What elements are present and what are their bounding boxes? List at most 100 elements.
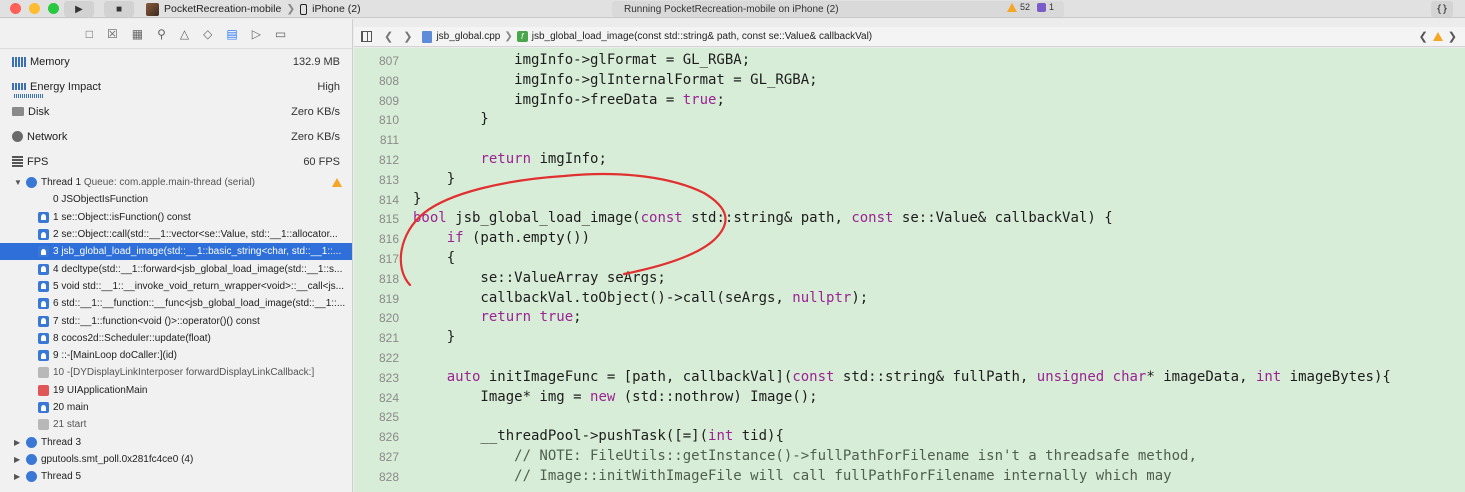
line-number: 825 — [378, 410, 399, 425]
related-items-icon[interactable] — [361, 31, 372, 42]
stop-button[interactable]: ■ — [104, 1, 134, 17]
disclosure-open-icon[interactable]: ▼ — [14, 178, 22, 187]
stack-frame-label: 5 void std::__1::__invoke_void_return_wr… — [53, 280, 345, 292]
test-icon[interactable]: ◇ — [203, 27, 212, 41]
code-line[interactable]: Image* img = new (std::nothrow) Image(); — [413, 389, 817, 405]
run-button[interactable]: ▶ — [64, 1, 94, 17]
code-line[interactable]: { — [413, 250, 455, 266]
issue-badges[interactable]: 52 1 — [1006, 2, 1054, 12]
warning-icon — [1006, 2, 1017, 12]
activity-status-bar: Running PocketRecreation-mobile on iPhon… — [612, 1, 1064, 17]
issue-navigation[interactable]: ❮ ❯ — [1419, 30, 1457, 43]
stack-frame[interactable]: 6 std::__1::__function::__func<jsb_globa… — [0, 295, 352, 312]
code-line[interactable]: callbackVal.toObject()->call(seArgs, nul… — [413, 290, 868, 306]
stack-frame[interactable]: 0 JSObjectIsFunction — [0, 191, 352, 208]
stack-frame[interactable]: 19 UIApplicationMain — [0, 382, 352, 399]
thread-row[interactable]: ▶ Thread 3 — [0, 433, 352, 450]
code-line[interactable]: se::ValueArray seArgs; — [413, 270, 665, 286]
line-number: 824 — [378, 390, 399, 405]
code-line[interactable]: __threadPool->pushTask([=](int tid){ — [413, 428, 783, 444]
stack-frame-label: 9 ::-[MainLoop doCaller:](id) — [53, 350, 177, 362]
frame-icon — [38, 194, 49, 205]
warning-icon — [1432, 32, 1443, 41]
issue-icon[interactable]: △ — [180, 27, 189, 41]
chevron-right-icon: ❯ — [504, 31, 513, 42]
stack-frame-label: 20 main — [53, 402, 89, 413]
back-arrow-icon[interactable]: ❮ — [384, 30, 393, 43]
folder-icon[interactable]: □ — [86, 27, 93, 41]
thread-name: Thread 1 — [41, 177, 82, 189]
iphone-icon — [300, 3, 308, 15]
code-line[interactable]: } — [413, 171, 455, 187]
code-line[interactable]: imgInfo->glInternalFormat = GL_RGBA; — [413, 72, 817, 88]
stack-frame[interactable]: 5 void std::__1::__invoke_void_return_wr… — [0, 278, 352, 295]
warning-count: 52 — [1019, 2, 1030, 12]
code-line[interactable]: imgInfo->glFormat = GL_RGBA; — [413, 52, 750, 68]
stack-frame[interactable]: 8 cocos2d::Scheduler::update(float) — [0, 330, 352, 347]
line-number: 818 — [378, 271, 399, 286]
fps-gauge[interactable]: FPS 60 FPS — [0, 149, 352, 174]
thread-icon — [26, 453, 37, 465]
chevron-left-icon[interactable]: ❮ — [1419, 30, 1428, 43]
code-line[interactable]: // NOTE: FileUtils::getInstance()->fullP… — [413, 448, 1197, 464]
line-number: 816 — [378, 232, 399, 247]
breadcrumb-file[interactable]: jsb_global.cpp — [436, 31, 500, 42]
stack-frame-selected[interactable]: 3 jsb_global_load_image(std::__1::basic_… — [0, 243, 352, 261]
stack-frame-label: 8 cocos2d::Scheduler::update(float) — [53, 332, 211, 344]
breadcrumb-function[interactable]: jsb_global_load_image(const std::string&… — [532, 31, 872, 42]
memory-gauge[interactable]: Memory 132.9 MB — [0, 49, 352, 74]
user-frame-icon — [38, 298, 49, 310]
network-gauge[interactable]: Network Zero KB/s — [0, 124, 352, 149]
code-line[interactable]: // Image::initWithImageFile will call fu… — [413, 468, 1171, 484]
disclosure-closed-icon[interactable]: ▶ — [14, 472, 22, 481]
code-line[interactable]: } — [413, 111, 488, 127]
zoom-window-button[interactable] — [48, 3, 59, 14]
code-line[interactable]: bool jsb_global_load_image(const std::st… — [413, 210, 1113, 226]
stack-frame[interactable]: 4 decltype(std::__1::forward<jsb_global_… — [0, 260, 352, 277]
thread-icon — [26, 471, 37, 483]
report-icon[interactable]: ▭ — [275, 27, 286, 41]
thread-1-row[interactable]: ▼ Thread 1 Queue: com.apple.main-thread … — [0, 174, 352, 191]
fps-icon — [12, 156, 23, 167]
line-number: 810 — [378, 113, 399, 128]
forward-arrow-icon[interactable]: ❯ — [403, 30, 412, 43]
chevron-right-icon[interactable]: ❯ — [1448, 30, 1457, 43]
code-line[interactable]: auto initImageFunc = [path, callbackVal]… — [413, 369, 1391, 385]
source-editor[interactable]: 807 imgInfo->glFormat = GL_RGBA; 808 imgI… — [354, 48, 1465, 492]
stack-frame[interactable]: 7 std::__1::function<void ()>::operator(… — [0, 312, 352, 329]
stack-frame[interactable]: 9 ::-[MainLoop doCaller:](id) — [0, 347, 352, 364]
code-line[interactable]: return imgInfo; — [413, 151, 606, 167]
code-line[interactable]: } — [413, 191, 421, 207]
stack-frame[interactable]: 20 main — [0, 399, 352, 416]
stack-frame[interactable]: 10 -[DYDisplayLinkInterposer forwardDisp… — [0, 364, 352, 381]
thread-row[interactable]: ▶ gputools.smt_poll.0x281fc4ce0 (4) — [0, 451, 352, 468]
disclosure-closed-icon[interactable]: ▶ — [14, 455, 22, 464]
search-icon[interactable]: ⚲ — [157, 27, 166, 41]
gauge-value: 132.9 MB — [292, 55, 340, 68]
stack-frame[interactable]: 1 se::Object::isFunction() const — [0, 209, 352, 226]
line-number: 820 — [378, 311, 399, 326]
thread-row[interactable]: ▶ Thread 5 — [0, 468, 352, 485]
energy-gauge[interactable]: Energy Impact High — [0, 74, 352, 99]
breakpoint-icon[interactable]: ▷ — [252, 27, 261, 41]
code-line[interactable]: } — [413, 329, 455, 345]
disclosure-closed-icon[interactable]: ▶ — [14, 438, 22, 447]
symbol-icon[interactable]: ▦ — [132, 27, 143, 41]
line-number: 813 — [378, 172, 399, 187]
scheme-selector[interactable]: PocketRecreation-mobile ❯ iPhone (2) — [146, 2, 361, 16]
source-control-icon[interactable]: ☒ — [107, 27, 118, 41]
gauge-value: Zero KB/s — [291, 130, 340, 143]
debug-navigator-icon[interactable]: ▤ — [226, 27, 237, 41]
code-line[interactable]: imgInfo->freeData = true; — [413, 92, 725, 108]
user-frame-icon — [38, 246, 49, 258]
code-line[interactable]: if (path.empty()) — [413, 230, 590, 246]
code-review-button[interactable]: {} — [1431, 1, 1453, 17]
close-window-button[interactable] — [10, 3, 21, 14]
minimize-window-button[interactable] — [29, 3, 40, 14]
code-line[interactable]: return true; — [413, 309, 581, 325]
line-number: 809 — [378, 93, 399, 108]
scheme-app-name: PocketRecreation-mobile — [164, 3, 282, 15]
disk-gauge[interactable]: Disk Zero KB/s — [0, 99, 352, 124]
stack-frame[interactable]: 2 se::Object::call(std::__1::vector<se::… — [0, 226, 352, 243]
stack-frame[interactable]: 21 start — [0, 416, 352, 433]
